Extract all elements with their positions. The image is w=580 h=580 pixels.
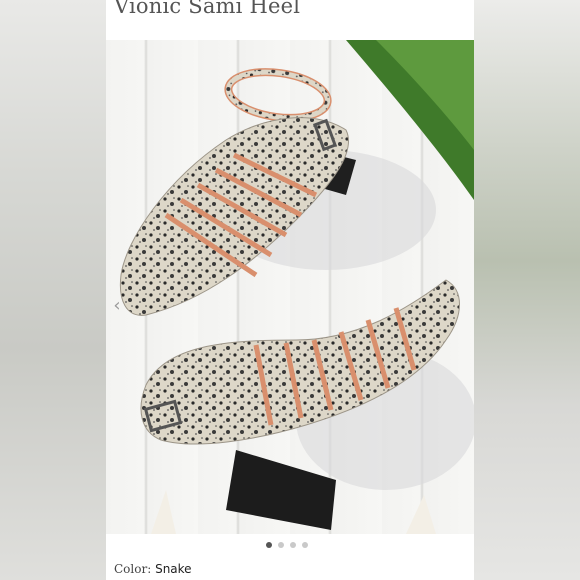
product-title: Vionic Sami Heel — [114, 0, 301, 18]
carousel-dot[interactable] — [290, 542, 296, 548]
color-value: Snake — [155, 562, 192, 576]
product-card: Vionic Sami Heel ‹ Color: Snake — [106, 0, 474, 580]
product-image[interactable]: ‹ — [106, 40, 474, 534]
color-info: Color: Snake — [114, 562, 192, 576]
carousel-dots — [266, 542, 308, 548]
chevron-left-icon[interactable]: ‹ — [106, 285, 128, 325]
carousel-dot[interactable] — [302, 542, 308, 548]
carousel-dot[interactable] — [266, 542, 272, 548]
background-blur-right — [474, 0, 580, 580]
background-blur-left — [0, 0, 106, 580]
carousel-dot[interactable] — [278, 542, 284, 548]
color-label: Color: — [114, 562, 152, 576]
sandals-illustration — [119, 40, 474, 534]
